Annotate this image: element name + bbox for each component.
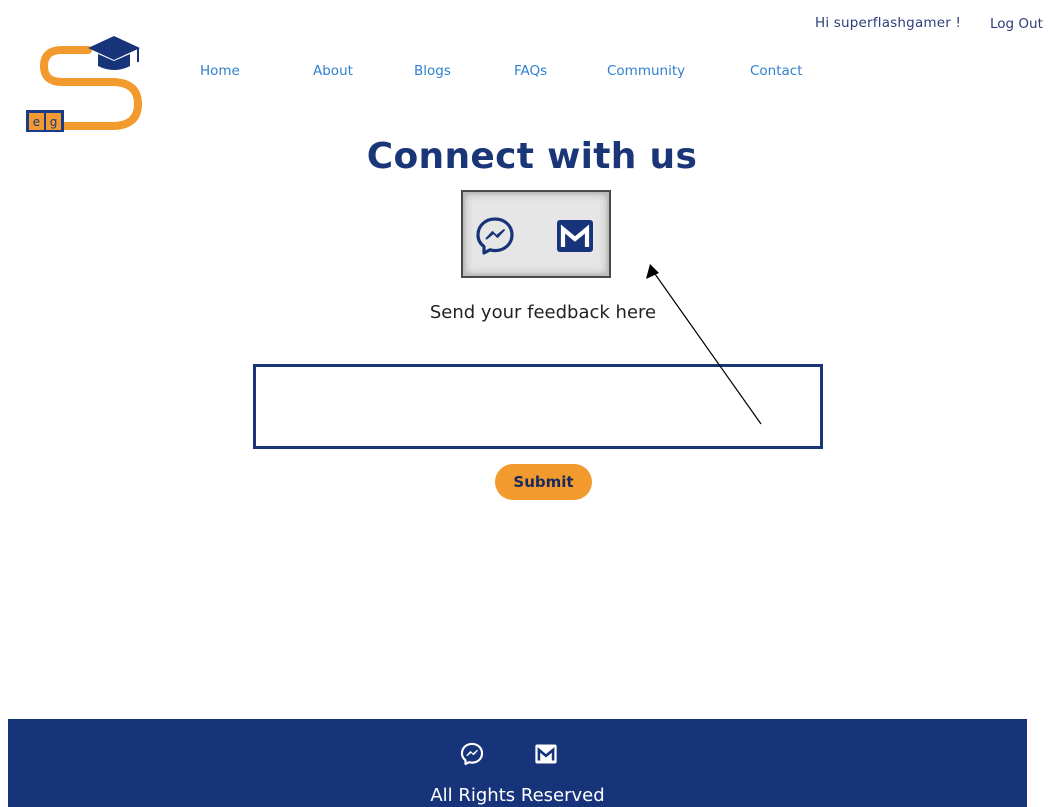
nav-community[interactable]: Community xyxy=(607,63,685,79)
site-footer: All Rights Reserved xyxy=(8,719,1027,807)
gmail-icon[interactable] xyxy=(533,741,559,767)
logout-link[interactable]: Log Out xyxy=(990,16,1043,32)
site-logo[interactable]: e g xyxy=(26,34,144,136)
nav-about[interactable]: About xyxy=(313,63,353,79)
gmail-icon[interactable] xyxy=(553,214,597,258)
nav-contact[interactable]: Contact xyxy=(750,63,803,79)
svg-text:g: g xyxy=(50,115,58,129)
nav-blogs[interactable]: Blogs xyxy=(414,63,451,79)
feedback-label: Send your feedback here xyxy=(429,302,657,323)
messenger-icon[interactable] xyxy=(459,741,485,767)
submit-button[interactable]: Submit xyxy=(495,464,592,500)
nav-faqs[interactable]: FAQs xyxy=(514,63,547,79)
contact-page: Hi superflashgamer ! Log Out e g Home Ab… xyxy=(0,0,1049,807)
page-title: Connect with us xyxy=(366,136,698,177)
messenger-icon[interactable] xyxy=(473,214,517,258)
svg-text:e: e xyxy=(33,115,40,129)
book-icon: e g xyxy=(26,110,64,132)
nav-home[interactable]: Home xyxy=(200,63,240,79)
graduation-cap-icon xyxy=(88,36,140,70)
feedback-textarea[interactable] xyxy=(253,364,823,449)
copyright-text: All Rights Reserved xyxy=(430,785,605,806)
user-greeting: Hi superflashgamer ! xyxy=(815,15,962,31)
social-icons-box xyxy=(461,190,611,278)
